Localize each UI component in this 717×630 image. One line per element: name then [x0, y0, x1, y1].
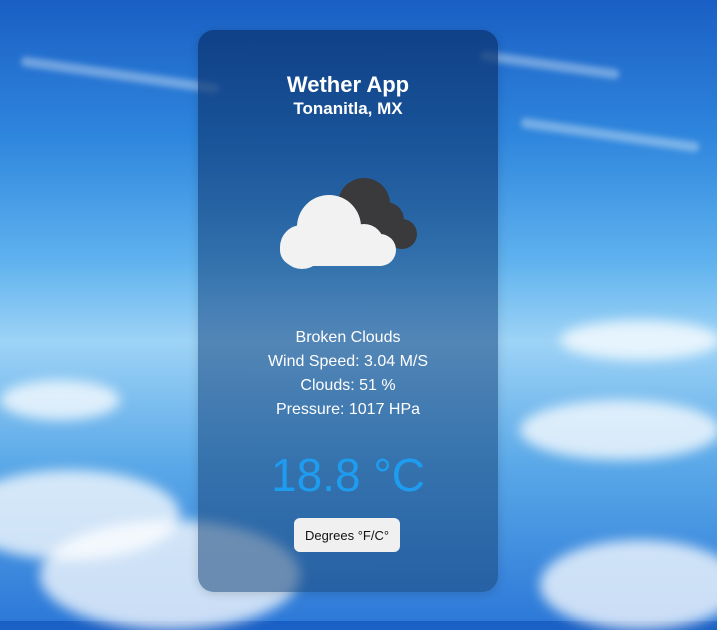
- weather-details: Broken Clouds Wind Speed: 3.04 M/S Cloud…: [198, 326, 498, 422]
- weather-card: Wether App Tonanitla, MX Broken Clouds W…: [198, 30, 498, 592]
- temperature-readout: 18.8 °C: [271, 449, 425, 501]
- cloud-coverage: Clouds: 51 %: [300, 377, 396, 394]
- location-name: Tonanitla, MX: [293, 99, 403, 118]
- unit-toggle-button[interactable]: Degrees °F/C°: [294, 518, 400, 552]
- wind-speed: Wind Speed: 3.04 M/S: [267, 353, 429, 370]
- app-title: Wether App: [286, 72, 410, 97]
- broken-clouds-icon: [274, 172, 424, 272]
- pressure: Pressure: 1017 HPa: [275, 401, 421, 418]
- weather-description: Broken Clouds: [295, 329, 401, 346]
